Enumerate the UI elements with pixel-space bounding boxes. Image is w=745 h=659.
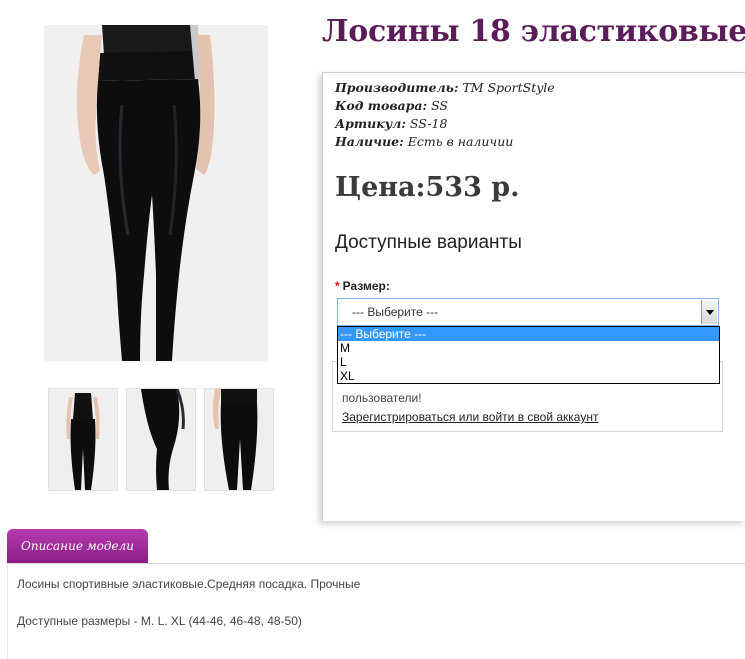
- size-dropdown-list[interactable]: --- Выберите --- M L XL: [337, 326, 720, 384]
- size-option-m[interactable]: M: [338, 341, 719, 355]
- tab-description[interactable]: Описание модели: [7, 529, 148, 563]
- product-main-image[interactable]: [44, 25, 268, 361]
- article-value: SS-18: [409, 116, 448, 131]
- availability-label: Наличие:: [335, 134, 404, 149]
- availability-value: Есть в наличии: [407, 134, 514, 149]
- product-thumbnail-3[interactable]: [204, 388, 274, 491]
- size-option-xl[interactable]: XL: [338, 369, 719, 383]
- variants-heading: Доступные варианты: [335, 232, 522, 253]
- availability-row: Наличие: Есть в наличии: [335, 133, 555, 151]
- code-value: SS: [431, 98, 448, 113]
- description-line: Лосины спортивные эластиковые.Средняя по…: [17, 577, 361, 591]
- size-label: * Размер:: [335, 279, 390, 293]
- manufacturer-value: TM SportStyle: [462, 80, 555, 95]
- register-login-link[interactable]: Зарегистрироваться или войти в свой акка…: [342, 410, 598, 424]
- login-notice-text: пользователи!: [342, 391, 422, 405]
- size-option-default[interactable]: --- Выберите ---: [338, 327, 719, 341]
- manufacturer-row: Производитель: TM SportStyle: [335, 79, 555, 97]
- product-thumbnail-2[interactable]: [126, 388, 196, 491]
- required-mark: *: [335, 279, 340, 293]
- product-price: Цена:533 р.: [335, 172, 520, 203]
- article-label: Артикул:: [335, 116, 406, 131]
- article-row: Артикул: SS-18: [335, 115, 555, 133]
- code-label: Код товара:: [335, 98, 428, 113]
- description-line: Доступные размеры - M. L. XL (44-46, 46-…: [17, 614, 302, 628]
- product-meta: Производитель: TM SportStyle Код товара:…: [335, 79, 555, 151]
- size-label-text: Размер:: [342, 279, 390, 293]
- chevron-down-icon[interactable]: [701, 300, 717, 324]
- size-option-l[interactable]: L: [338, 355, 719, 369]
- size-select[interactable]: --- Выберите ---: [337, 298, 719, 326]
- product-thumbnail-1[interactable]: [48, 388, 118, 491]
- manufacturer-label: Производитель:: [335, 80, 459, 95]
- product-title: Лосины 18 эластиковые: [322, 14, 745, 49]
- size-select-value: --- Выберите ---: [352, 305, 439, 319]
- code-row: Код товара: SS: [335, 97, 555, 115]
